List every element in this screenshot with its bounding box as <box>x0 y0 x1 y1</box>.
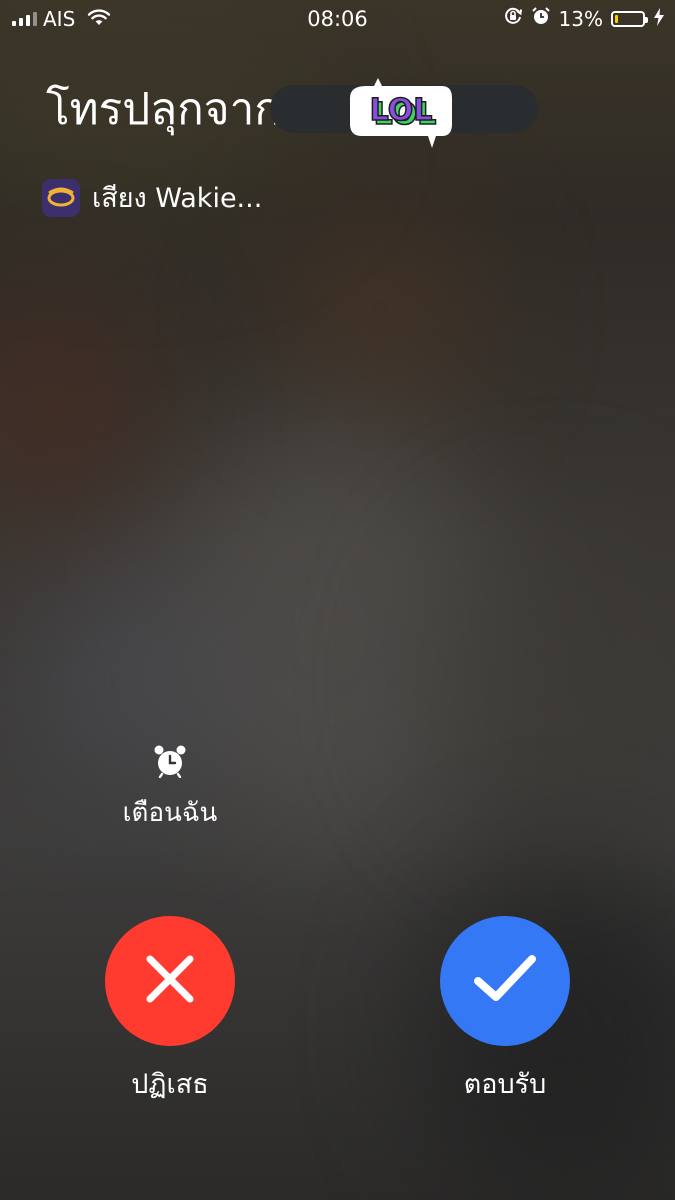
alarm-icon <box>531 6 551 31</box>
app-label: เสียง Wakie... <box>92 183 263 214</box>
close-icon <box>140 949 200 1013</box>
remind-me-label: เตือนฉัน <box>122 798 218 828</box>
decline-button[interactable] <box>105 916 235 1046</box>
battery-percent: 13% <box>558 6 603 31</box>
battery-icon <box>611 10 648 27</box>
app-source: เสียง Wakie... <box>42 176 262 219</box>
accept-button[interactable] <box>440 916 570 1046</box>
status-bar: AIS 08:06 13% <box>0 0 675 38</box>
wakie-app-icon <box>42 178 80 217</box>
decline-label: ปฏิเสธ <box>131 1069 209 1100</box>
accept-label: ตอบรับ <box>463 1069 547 1100</box>
charging-icon <box>653 7 665 31</box>
lol-sticker: LOL LOL <box>346 78 458 148</box>
orientation-lock-icon <box>503 6 523 31</box>
call-title: โทรปลุกจาก <box>46 84 281 135</box>
alarm-clock-icon <box>153 745 187 782</box>
checkmark-icon <box>470 949 540 1013</box>
remind-me-button[interactable]: เตือนฉัน <box>110 744 230 833</box>
svg-text:LOL: LOL <box>370 93 433 128</box>
